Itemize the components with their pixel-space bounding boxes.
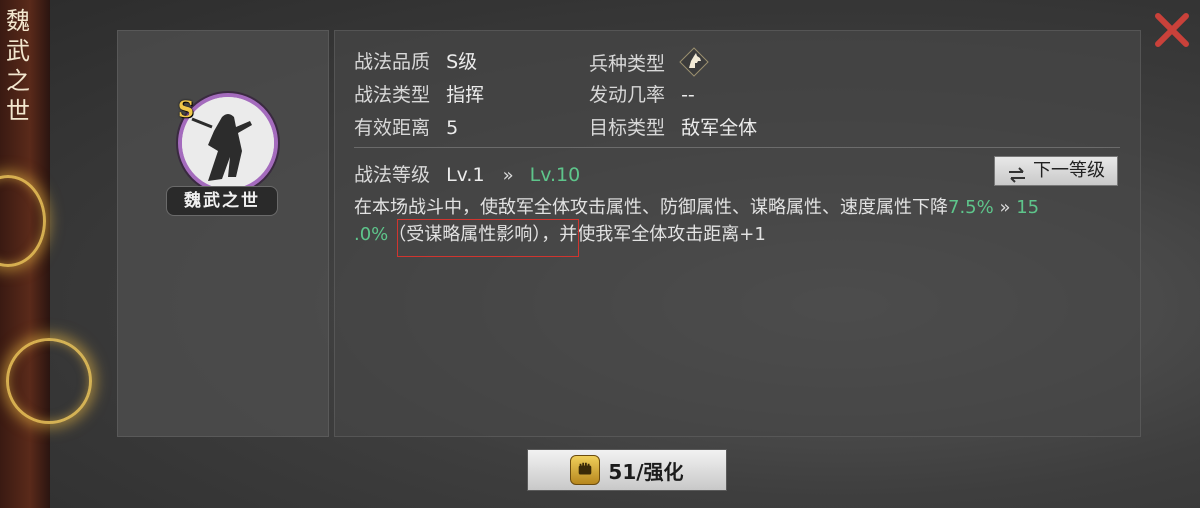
target-value: 敌军全体 — [681, 117, 758, 139]
effect-value-to-cont: .0% — [354, 224, 389, 245]
range-value: 5 — [446, 117, 459, 139]
quality-row: 战法品质 S级 — [354, 47, 477, 74]
fist-icon — [570, 455, 601, 485]
enhance-button[interactable]: 51/强化 — [527, 449, 727, 491]
next-level-label: 下一等级 — [1033, 160, 1105, 181]
effect-value-to: 15 — [1016, 197, 1040, 218]
description-text: 在本场战斗中，使敌军全体攻击属性、防御属性、谋略属性、速度属性下降 — [354, 197, 948, 218]
close-icon — [1155, 13, 1189, 47]
horse-head-icon[interactable] — [679, 47, 709, 77]
glow-ring-icon[interactable] — [6, 338, 92, 424]
side-title-char: 魏 — [6, 7, 30, 35]
effect-arrow: » — [999, 197, 1011, 218]
rate-value: -- — [681, 84, 695, 106]
tactic-grade-badge: S — [178, 97, 194, 123]
swap-arrows-icon — [1007, 163, 1027, 183]
rate-row: 发动几率 -- — [589, 80, 695, 107]
level-arrow: » — [502, 165, 514, 186]
side-title-char: 世 — [6, 97, 30, 125]
range-label: 有效距离 — [354, 117, 431, 139]
quality-label: 战法品质 — [354, 51, 431, 73]
level-max: Lv.10 — [529, 164, 581, 186]
effect-value-from: 7.5% — [948, 197, 994, 218]
tactic-name: 魏武之世 — [166, 186, 278, 216]
level-label: 战法等级 — [354, 164, 431, 186]
level-current: Lv.1 — [446, 164, 485, 186]
tactic-portrait-panel: S 魏武之世 — [117, 30, 329, 437]
range-row: 有效距离 5 — [354, 113, 458, 140]
warrior-silhouette-icon — [182, 97, 274, 189]
type-row: 战法类型 指挥 — [354, 80, 484, 107]
type-value: 指挥 — [446, 84, 485, 106]
divider — [354, 147, 1120, 148]
close-button[interactable] — [1152, 10, 1192, 50]
annotation-highlight-box — [397, 219, 579, 257]
enhance-label: 51/强化 — [608, 459, 684, 484]
side-title-char: 武 — [6, 37, 30, 65]
unit-type-label: 兵种类型 — [589, 52, 666, 75]
target-row: 目标类型 敌军全体 — [589, 113, 757, 140]
target-label: 目标类型 — [589, 117, 666, 139]
next-level-button[interactable]: 下一等级 — [994, 156, 1118, 186]
rate-label: 发动几率 — [589, 84, 666, 106]
side-title-char: 之 — [6, 67, 30, 95]
type-label: 战法类型 — [354, 84, 431, 106]
quality-value: S级 — [446, 51, 478, 73]
unit-type-row: 兵种类型 — [589, 47, 709, 77]
level-row: 战法等级 Lv.1 » Lv.10 — [354, 160, 580, 187]
side-title: 魏 武 之 世 — [4, 6, 32, 126]
